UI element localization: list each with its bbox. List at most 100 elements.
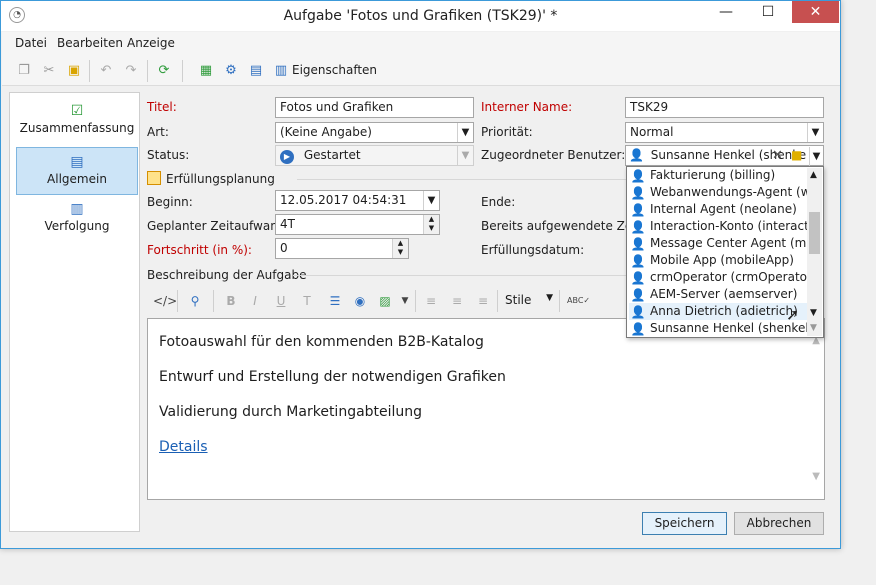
close-button[interactable]: ✕ xyxy=(792,1,839,23)
align-left-icon[interactable]: ≡ xyxy=(423,293,439,309)
source-code-icon[interactable]: </> xyxy=(153,293,177,309)
undo-icon[interactable]: ↶ xyxy=(97,62,115,80)
folder-icon[interactable]: ■ xyxy=(791,148,802,162)
type-label: Art: xyxy=(147,125,169,139)
user-icon: 👤 xyxy=(630,254,646,268)
start-label: Beginn: xyxy=(147,195,193,209)
refresh-icon[interactable]: ⟳ xyxy=(155,62,173,80)
list-item[interactable]: 👤 Anna Dietrich (adietrich) xyxy=(629,303,807,320)
properties-icon[interactable]: ▥ xyxy=(272,62,290,80)
sidebar: ☑ Zusammenfassung ▤ Allgemein ▥ Verfolgu… xyxy=(9,92,140,532)
list-item[interactable]: 👤 Message Center Agent (mc) xyxy=(629,235,807,252)
list-item[interactable]: 👤Webanwendungs-Agent (we... xyxy=(629,184,807,201)
user-icon: 👤 xyxy=(630,237,646,251)
chevron-up-icon[interactable]: ▲ xyxy=(810,170,817,180)
mouse-cursor-icon: ➚ xyxy=(786,305,800,324)
find-icon[interactable]: ⚲ xyxy=(187,293,203,309)
tasks-icon[interactable]: ▤ xyxy=(247,62,265,80)
end-label: Ende: xyxy=(481,195,516,209)
chevron-down-icon[interactable]: ▼ xyxy=(397,293,413,309)
spinner-icon[interactable]: ▲ ▼ xyxy=(423,215,439,234)
scroll-thumb[interactable] xyxy=(809,212,820,254)
planned-effort-label: Geplanter Zeitaufwand: xyxy=(147,219,290,233)
calculator-icon[interactable]: ▦ xyxy=(197,62,215,80)
sidebar-item-label: Allgemein xyxy=(47,172,107,186)
play-icon: ▶ xyxy=(280,150,294,164)
image-icon[interactable]: ▨ xyxy=(377,293,393,309)
clear-icon[interactable]: ✕ xyxy=(772,148,783,163)
maximize-button[interactable]: ☐ xyxy=(748,1,788,23)
save-button[interactable]: Speichern xyxy=(642,512,727,535)
planned-effort-input[interactable]: 4T ▲ ▼ xyxy=(275,214,440,235)
toolbar-separator xyxy=(177,290,178,312)
paste-icon[interactable]: ▣ xyxy=(65,62,83,80)
align-right-icon[interactable]: ≡ xyxy=(475,293,491,309)
sidebar-item-verfolgung[interactable]: ▥ Verfolgung xyxy=(16,201,138,241)
toolbar-separator xyxy=(147,60,148,82)
spellcheck-icon[interactable]: ABC✓ xyxy=(567,293,590,309)
user-icon: 👤 xyxy=(630,305,646,319)
start-date-input[interactable]: 12.05.2017 04:54:31 ▼ xyxy=(275,190,440,211)
list-item[interactable]: 👤 AEM-Server (aemserver) xyxy=(629,286,807,303)
type-select[interactable]: (Keine Angabe) ▼ xyxy=(275,122,474,143)
italic-icon[interactable]: I xyxy=(247,293,263,309)
status-select[interactable]: ▶ Gestartet ▼ xyxy=(275,145,474,166)
chevron-down-icon[interactable]: ▼ xyxy=(809,147,823,166)
dropdown-scrollbar[interactable]: ▲ ▼ ▼ xyxy=(807,168,822,336)
align-center-icon[interactable]: ≡ xyxy=(449,293,465,309)
internal-name-input[interactable]: TSK29 xyxy=(625,97,824,118)
user-icon: 👤 xyxy=(630,322,646,336)
chevron-down-icon[interactable]: ▼ xyxy=(457,146,473,165)
list-item[interactable]: 👤 Mobile App (mobileApp) xyxy=(629,252,807,269)
cut-icon[interactable]: ✂ xyxy=(40,62,58,80)
list-item[interactable]: 👤 Fakturierung (billing) xyxy=(629,167,807,184)
user-icon: 👤 xyxy=(630,220,646,234)
bold-icon[interactable]: B xyxy=(223,293,239,309)
divider xyxy=(293,275,627,276)
priority-select[interactable]: Normal ▼ xyxy=(625,122,824,143)
underline-icon[interactable]: U xyxy=(273,293,289,309)
status-value: Gestartet xyxy=(303,148,361,162)
list-item[interactable]: 👤 Sunsanne Henkel (shenkel) xyxy=(629,320,807,337)
title-bar[interactable]: ◔ Aufgabe 'Fotos und Grafiken (TSK29)' *… xyxy=(1,1,840,31)
copy-icon[interactable]: ❐ xyxy=(15,62,33,80)
menu-datei[interactable]: Datei xyxy=(15,36,47,50)
minimize-button[interactable]: — xyxy=(706,1,746,23)
sidebar-item-label: Zusammenfassung xyxy=(19,121,135,135)
chevron-down-icon[interactable]: ▼ xyxy=(807,123,823,142)
list-item[interactable]: 👤 Internal Agent (neolane) xyxy=(629,201,807,218)
redo-icon[interactable]: ↷ xyxy=(122,62,140,80)
style-select[interactable]: Stile ▼ xyxy=(505,293,553,307)
settings-icon[interactable]: ⚙ xyxy=(222,62,240,80)
details-link[interactable]: Details xyxy=(159,439,208,455)
clear-format-icon[interactable]: T xyxy=(299,293,315,309)
menu-anzeige[interactable]: Anzeige xyxy=(127,36,175,50)
list-item[interactable]: 👤 crmOperator (crmOperator) xyxy=(629,269,807,286)
toolbar-separator xyxy=(559,290,560,312)
menu-bearbeiten[interactable]: Bearbeiten xyxy=(57,36,123,50)
sidebar-item-zusammenfassung[interactable]: ☑ Zusammenfassung xyxy=(16,103,138,143)
chevron-down-icon[interactable]: ▼ xyxy=(810,308,817,318)
title-input[interactable]: Fotos und Grafiken xyxy=(275,97,474,118)
cancel-button[interactable]: Abbrechen xyxy=(734,512,824,535)
list-icon[interactable]: ☰ xyxy=(327,293,343,309)
sidebar-item-allgemein[interactable]: ▤ Allgemein xyxy=(16,147,138,195)
type-value: (Keine Angabe) xyxy=(280,125,372,139)
progress-input[interactable]: 0 ▲ ▼ xyxy=(275,238,409,259)
tracking-icon: ▥ xyxy=(70,201,84,217)
description-group-label: Beschreibung der Aufgabe xyxy=(147,268,307,282)
list-item[interactable]: 👤 Interaction-Konto (interact... xyxy=(629,218,807,235)
chevron-down-icon[interactable]: ▼ xyxy=(423,191,439,210)
chevron-down-icon[interactable]: ▼ xyxy=(457,123,473,142)
clipboard-icon: ▤ xyxy=(70,154,84,170)
editor-line: Validierung durch Marketingabteilung xyxy=(159,404,423,420)
link-icon[interactable]: ◉ xyxy=(352,293,368,309)
description-editor[interactable]: Fotoauswahl für den kommenden B2B-Katalo… xyxy=(147,318,825,500)
properties-button[interactable]: Eigenschaften xyxy=(292,63,377,77)
rte-toolbar: </> ⚲ B I U T ☰ ◉ ▨ ▼ ≡ ≡ ≡ Stile ▼ ABC✓ xyxy=(147,287,625,315)
toolbar: ❐ ✂ ▣ ↶ ↷ ⟳ ▦ ⚙ ▤ ▥ Eigenschaften xyxy=(2,54,840,86)
spinner-icon[interactable]: ▲ ▼ xyxy=(392,239,408,258)
toolbar-separator xyxy=(213,290,214,312)
scroll-end-icon[interactable]: ▼ xyxy=(810,323,817,333)
editor-scroll-down-icon[interactable]: ▼ xyxy=(812,471,820,482)
